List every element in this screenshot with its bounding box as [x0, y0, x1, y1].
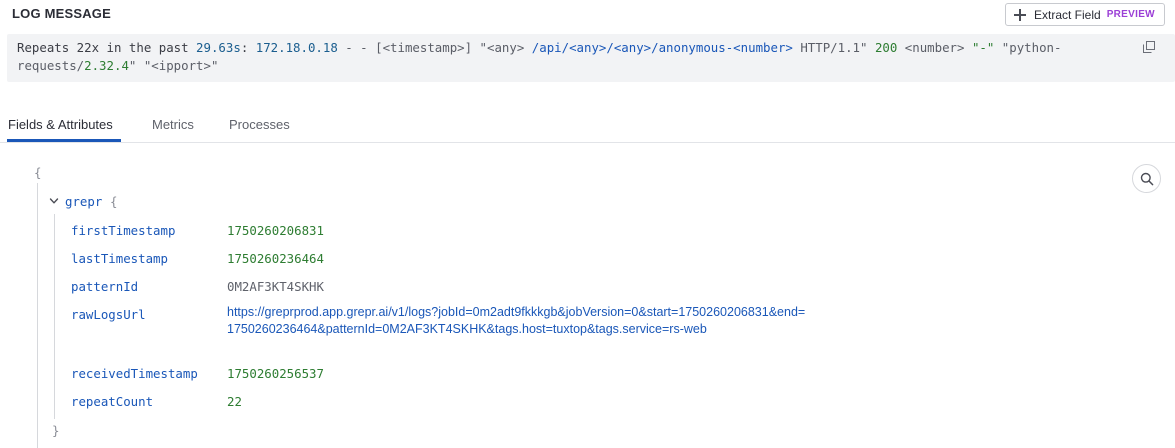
extract-field-button[interactable]: Extract Field PREVIEW	[1005, 3, 1165, 26]
tab-bar: Fields & Attributes Metrics Processes	[0, 108, 1175, 143]
tab-processes[interactable]: Processes	[229, 117, 290, 132]
log-duration: 29.63s	[196, 40, 241, 55]
root-open-brace: {	[34, 165, 42, 180]
log-agent-version: 2.32.4	[84, 58, 129, 73]
log-number-token: <number>	[897, 40, 972, 55]
log-message-title: LOG MESSAGE	[12, 6, 111, 21]
log-path: /api/<any>/<any>/anonymous-<number>	[524, 40, 793, 55]
field-value[interactable]: 1750260206831	[227, 223, 324, 238]
log-after-ts: ]	[464, 40, 480, 55]
log-message-text: Repeats 22x in the past 29.63s: 172.18.0…	[7, 34, 1175, 82]
field-key[interactable]: rawLogsUrl	[71, 307, 146, 322]
tab-fields-attributes[interactable]: Fields & Attributes	[8, 117, 113, 132]
raw-logs-link[interactable]: https://greprprod.app.grepr.ai/v1/logs?j…	[227, 304, 807, 338]
log-status: 200	[874, 40, 898, 55]
log-dashes: - - [	[337, 40, 383, 55]
grepr-open-brace: {	[110, 194, 118, 209]
log-any: "<any>	[479, 40, 525, 55]
log-dash-string: "-"	[971, 40, 995, 55]
preview-badge: PREVIEW	[1106, 9, 1155, 20]
root-indent-guide	[37, 183, 38, 448]
field-key[interactable]: receivedTimestamp	[71, 366, 198, 381]
field-value[interactable]: 1750260236464	[227, 251, 324, 266]
plus-icon	[1014, 8, 1026, 21]
field-key[interactable]: patternId	[71, 279, 138, 294]
tab-metrics[interactable]: Metrics	[152, 117, 194, 132]
search-icon	[1140, 172, 1153, 185]
chevron-down-icon[interactable]	[48, 195, 60, 207]
field-value[interactable]: 22	[227, 394, 242, 409]
grepr-indent-guide	[54, 214, 55, 419]
log-colon: :	[240, 40, 256, 55]
search-button[interactable]	[1132, 164, 1161, 193]
copy-icon[interactable]	[1143, 41, 1155, 53]
log-prefix: Repeats 22x in the past	[17, 40, 197, 55]
log-timestamp-token: <timestamp>	[382, 40, 465, 55]
field-key[interactable]: repeatCount	[71, 394, 153, 409]
active-tab-indicator	[7, 139, 121, 142]
grepr-close-brace: }	[52, 423, 60, 438]
log-ip: 172.18.0.18	[255, 40, 338, 55]
field-key[interactable]: lastTimestamp	[71, 251, 168, 266]
log-http: HTTP/1.1"	[792, 40, 875, 55]
log-agent-close: "	[128, 58, 144, 73]
log-ipport: "<ipport>"	[143, 58, 219, 73]
grepr-key[interactable]: grepr	[65, 194, 102, 209]
field-value[interactable]: 0M2AF3KT4SKHK	[227, 279, 324, 294]
field-value[interactable]: 1750260256537	[227, 366, 324, 381]
extract-field-label: Extract Field	[1034, 7, 1101, 22]
field-key[interactable]: firstTimestamp	[71, 223, 175, 238]
